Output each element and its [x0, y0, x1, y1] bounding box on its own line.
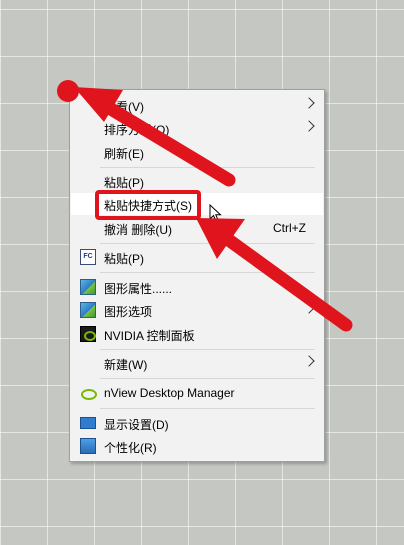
annotation-arrow-shaft [94, 96, 236, 187]
annotation-dot [57, 80, 79, 102]
annotation-arrow-shaft [219, 231, 353, 332]
